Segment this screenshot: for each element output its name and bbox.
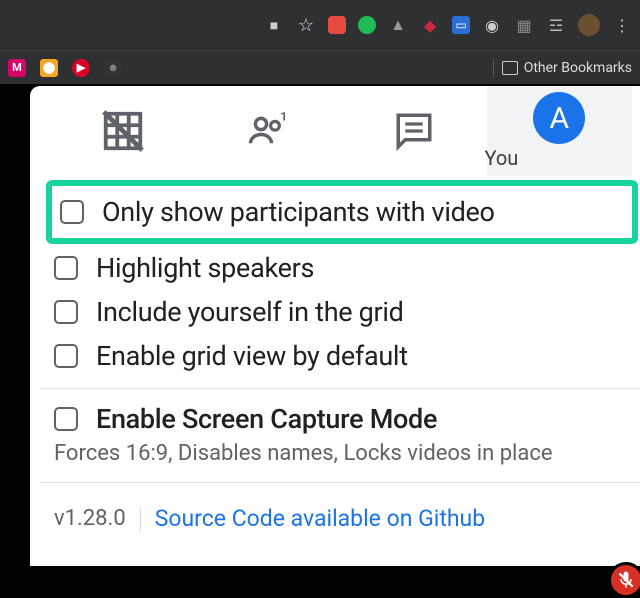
options-section: Only show participants with video Highli… <box>30 176 640 378</box>
option-label: Highlight speakers <box>96 252 314 284</box>
option-include-self[interactable]: Include yourself in the grid <box>54 290 630 334</box>
other-bookmarks-button[interactable]: Other Bookmarks <box>502 60 632 76</box>
option-label: Only show participants with video <box>102 196 495 228</box>
extension-icon-blue[interactable]: ▭ <box>452 16 470 34</box>
option-label: Enable grid view by default <box>96 340 408 372</box>
checkbox[interactable] <box>54 300 78 324</box>
svg-text:1: 1 <box>281 110 288 124</box>
bookmark-icon-youtube[interactable]: ▶ <box>72 59 90 77</box>
extension-icon-grid[interactable]: ▦ <box>514 15 534 35</box>
bookmark-icon-myntra[interactable]: M <box>8 59 26 77</box>
grid-view-panel: 1 A You Only show participants with vide… <box>30 86 640 566</box>
source-code-link[interactable]: Source Code available on Github <box>155 505 485 532</box>
tab-grid-off[interactable] <box>50 86 196 176</box>
people-icon: 1 <box>243 110 293 152</box>
bookmarks-bar: M ⬤ ▶ ☻ Other Bookmarks <box>0 50 640 84</box>
profile-avatar-icon[interactable] <box>578 14 600 36</box>
divider <box>40 482 640 483</box>
option-label: Enable Screen Capture Mode <box>96 403 437 435</box>
extension-icon-red[interactable] <box>328 16 346 34</box>
extension-icon-drive[interactable]: ▲ <box>388 15 408 35</box>
panel-footer: v1.28.0 Source Code available on Github <box>30 491 640 532</box>
divider <box>493 58 494 78</box>
bookmark-icon-dark[interactable]: ☻ <box>104 59 122 77</box>
user-avatar: A <box>533 92 585 144</box>
bookmark-star-icon[interactable]: ☆ <box>296 15 316 35</box>
checkbox[interactable] <box>54 407 78 431</box>
panel-tabs: 1 A You <box>30 86 640 176</box>
tab-people[interactable]: 1 <box>196 86 342 176</box>
mic-muted-badge[interactable] <box>608 562 640 598</box>
checkbox[interactable] <box>54 344 78 368</box>
version-label: v1.28.0 <box>54 506 126 531</box>
grid-off-icon <box>100 108 146 154</box>
chat-icon <box>393 110 435 152</box>
tab-chat[interactable] <box>341 86 487 176</box>
extension-icon-ruby[interactable]: ◆ <box>420 15 440 35</box>
mic-off-icon <box>616 570 636 590</box>
tab-you[interactable]: A You <box>487 86 633 176</box>
screen-capture-section: Enable Screen Capture Mode <box>30 397 640 441</box>
folder-icon <box>502 61 518 75</box>
you-label: You <box>485 146 519 170</box>
option-enable-default[interactable]: Enable grid view by default <box>54 334 630 378</box>
extension-icon-bulb[interactable]: ◉ <box>482 15 502 35</box>
extension-icon-grammarly[interactable] <box>358 16 376 34</box>
separator <box>140 507 141 531</box>
other-bookmarks-label: Other Bookmarks <box>524 60 632 76</box>
option-highlight-speakers[interactable]: Highlight speakers <box>54 246 630 290</box>
screen-capture-help: Forces 16:9, Disables names, Locks video… <box>30 441 640 472</box>
option-screen-capture[interactable]: Enable Screen Capture Mode <box>54 397 630 441</box>
divider <box>40 388 640 389</box>
camera-icon[interactable]: ■ <box>264 15 284 35</box>
checkbox[interactable] <box>54 256 78 280</box>
option-only-video[interactable]: Only show participants with video <box>46 180 638 244</box>
chrome-menu-icon[interactable]: ⋮ <box>612 15 632 35</box>
chrome-toolbar: ■ ☆ ▲ ◆ ▭ ◉ ▦ ☲ ⋮ <box>0 0 640 50</box>
bookmarks-left: M ⬤ ▶ ☻ <box>8 59 122 77</box>
bookmark-icon-orange[interactable]: ⬤ <box>40 59 58 77</box>
option-label: Include yourself in the grid <box>96 296 404 328</box>
checkbox[interactable] <box>60 200 84 224</box>
extension-icon[interactable]: ☲ <box>546 15 566 35</box>
avatar-letter: A <box>549 101 569 136</box>
